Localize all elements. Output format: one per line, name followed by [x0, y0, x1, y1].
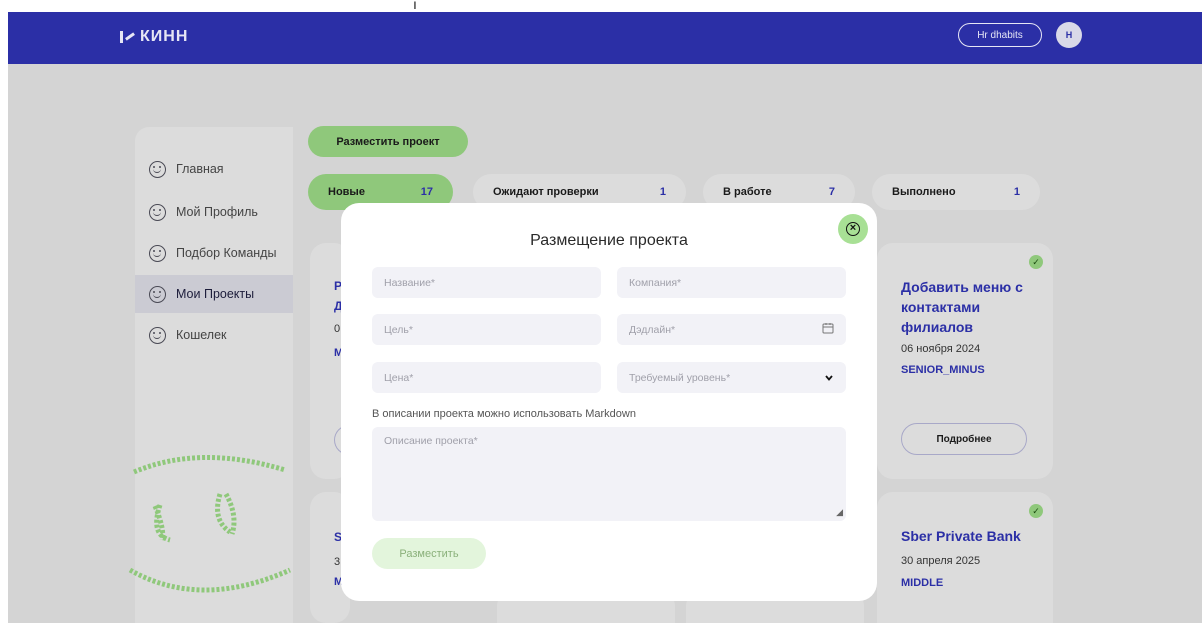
name-field[interactable]: Название*: [372, 267, 601, 298]
calendar-icon[interactable]: [822, 322, 834, 334]
smile-icon: [149, 160, 166, 178]
sidebar-item-label: Главная: [176, 162, 224, 176]
tab-count: 17: [420, 186, 433, 198]
tab-count: 1: [659, 186, 666, 198]
logo-icon: [120, 30, 136, 44]
name-placeholder: Название*: [384, 276, 436, 289]
project-card[interactable]: ✓ Sber Private Bank 30 апреля 2025 MIDDL…: [877, 492, 1053, 623]
card-level: SENIOR_MINUS: [901, 364, 985, 376]
card-title: Добавить меню с контактами филиалов: [901, 277, 1047, 337]
modal-title: Размещение проекта: [530, 232, 688, 249]
header: КИНН Hr dhabits H: [8, 12, 1202, 64]
sidebar-item-label: Мой Профиль: [176, 205, 258, 219]
level-placeholder: Требуемый уровень*: [629, 371, 731, 384]
card-title-line: Добавить меню с: [901, 279, 1023, 295]
tab-label: Новые: [328, 186, 365, 198]
tab-label: Выполнено: [892, 186, 956, 198]
tab-label: Ожидают проверки: [493, 186, 599, 198]
company-field[interactable]: Компания*: [617, 267, 846, 298]
card-date-fragment: 3: [334, 556, 341, 568]
place-project-button[interactable]: Разместить проект: [308, 126, 468, 157]
deadline-field[interactable]: Дэдлайн*: [617, 314, 846, 345]
smiley-illustration-icon: [128, 455, 292, 593]
card-title-line: контактами: [901, 299, 981, 315]
company-placeholder: Компания*: [629, 276, 682, 289]
sidebar-item-wallet[interactable]: Кошелек: [135, 316, 293, 354]
logo[interactable]: КИНН: [120, 28, 188, 46]
card-title-line: филиалов: [901, 319, 974, 335]
sidebar-item-profile[interactable]: Мой Профиль: [135, 193, 293, 231]
deadline-placeholder: Дэдлайн*: [629, 323, 676, 336]
resize-handle-icon[interactable]: ◢: [836, 507, 843, 518]
smile-icon: [149, 285, 166, 303]
text-cursor-icon: ı: [413, 0, 417, 12]
tab-count: 1: [1013, 186, 1020, 198]
sidebar-item-label: Подбор Команды: [176, 246, 277, 260]
user-name-button[interactable]: Hr dhabits: [958, 23, 1042, 47]
sidebar-item-home[interactable]: Главная: [135, 150, 293, 188]
sidebar-item-label: Мои Проекты: [176, 287, 255, 301]
sidebar-item-team[interactable]: Подбор Команды: [135, 234, 293, 272]
card-title: Sber Private Bank: [901, 528, 1021, 544]
description-textarea[interactable]: Описание проекта* ◢: [372, 427, 846, 521]
level-select[interactable]: Требуемый уровень*: [617, 362, 846, 393]
card-date: 06 ноября 2024: [901, 343, 981, 355]
sidebar-item-projects[interactable]: Мои Проекты: [135, 275, 293, 313]
top-strip: ı: [0, 0, 1202, 12]
project-card[interactable]: ✓ Добавить меню с контактами филиалов 06…: [877, 243, 1053, 479]
card-date-fragment: 0: [334, 323, 341, 335]
check-icon: ✓: [1029, 504, 1043, 518]
avatar[interactable]: H: [1056, 22, 1082, 48]
goal-field[interactable]: Цель*: [372, 314, 601, 345]
chevron-down-icon: [825, 375, 833, 381]
smile-icon: [149, 326, 166, 344]
description-placeholder: Описание проекта*: [384, 435, 478, 447]
check-icon: ✓: [1029, 255, 1043, 269]
tab-label: В работе: [723, 186, 772, 198]
sidebar-item-label: Кошелек: [176, 328, 227, 342]
logo-text: КИНН: [140, 28, 189, 45]
tab-count: 7: [828, 186, 835, 198]
details-button[interactable]: Подробнее: [901, 423, 1027, 455]
tab-completed[interactable]: Выполнено 1: [872, 174, 1040, 210]
goal-placeholder: Цель*: [384, 323, 413, 336]
smile-icon: [149, 203, 166, 221]
submit-button[interactable]: Разместить: [372, 538, 486, 569]
smile-icon: [149, 244, 166, 262]
price-placeholder: Цена*: [384, 371, 414, 384]
card-date: 30 апреля 2025: [901, 555, 981, 567]
price-field[interactable]: Цена*: [372, 362, 601, 393]
card-level: MIDDLE: [901, 577, 944, 589]
markdown-hint: В описании проекта можно использовать Ma…: [372, 408, 636, 420]
